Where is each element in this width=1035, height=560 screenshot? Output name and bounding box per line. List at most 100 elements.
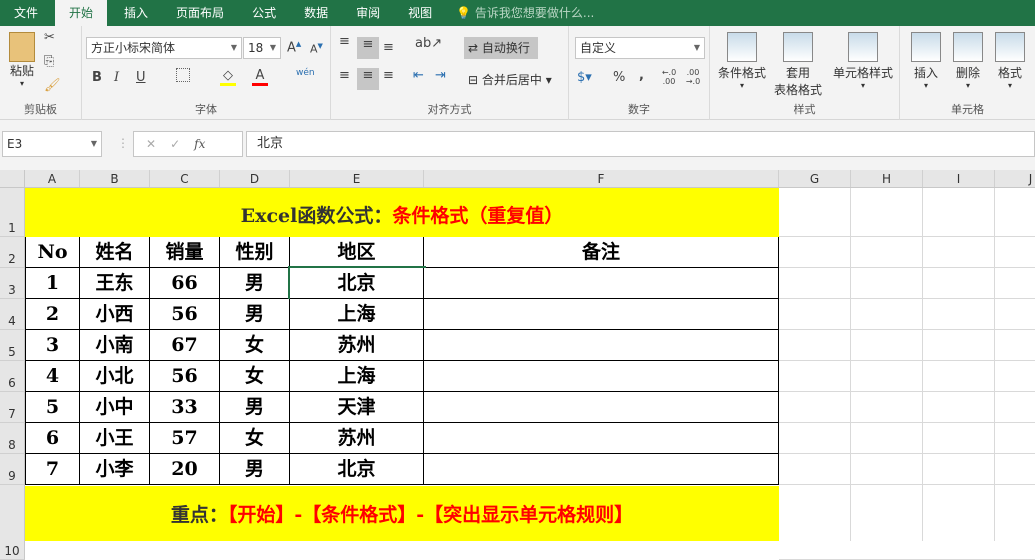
tab-3[interactable]: 页面布局: [162, 0, 238, 26]
data-cell[interactable]: 苏州: [290, 330, 424, 361]
format-painter-icon[interactable]: 🖌: [44, 78, 61, 93]
decrease-indent-icon[interactable]: ⇤: [413, 68, 424, 83]
column-header-C[interactable]: C: [150, 170, 220, 187]
tab-6[interactable]: 审阅: [342, 0, 394, 26]
column-header-B[interactable]: B: [80, 170, 150, 187]
row-header-9[interactable]: 9: [0, 454, 25, 485]
tab-0[interactable]: 文件: [0, 0, 52, 26]
number-format-select[interactable]: 自定义 ▼: [575, 37, 705, 59]
data-cell[interactable]: 33: [150, 392, 220, 423]
orientation-icon[interactable]: ab↗: [415, 36, 442, 51]
enter-icon[interactable]: ✓: [170, 137, 180, 151]
paste-button[interactable]: 粘贴 ▾: [4, 32, 40, 88]
data-cell[interactable]: [424, 361, 779, 392]
name-box[interactable]: E3 ▼: [2, 131, 102, 157]
font-name-select[interactable]: 方正小标宋简体 ▼: [86, 37, 242, 59]
data-cell[interactable]: 57: [150, 423, 220, 454]
data-cell[interactable]: 3: [25, 330, 80, 361]
insert-cells-button[interactable]: 插入 ▾: [906, 32, 946, 90]
increase-indent-icon[interactable]: ⇥: [435, 68, 446, 83]
row-header-2[interactable]: 2: [0, 237, 25, 268]
row-header-10[interactable]: 10: [0, 485, 25, 560]
data-cell[interactable]: [424, 330, 779, 361]
bold-button[interactable]: B: [92, 70, 102, 85]
underline-button[interactable]: U: [136, 70, 146, 85]
data-cell[interactable]: [424, 454, 779, 485]
data-cell[interactable]: 王东: [80, 268, 150, 299]
column-header-E[interactable]: E: [290, 170, 424, 187]
header-cell[interactable]: 销量: [150, 237, 220, 268]
data-cell[interactable]: 北京: [288, 266, 426, 301]
column-header-H[interactable]: H: [851, 170, 923, 187]
data-cell[interactable]: 女: [220, 330, 290, 361]
border-icon[interactable]: [176, 68, 190, 82]
data-cell[interactable]: 66: [150, 268, 220, 299]
font-color-button[interactable]: A: [252, 68, 268, 86]
currency-icon[interactable]: $▾: [577, 70, 592, 85]
fill-color-button[interactable]: ◇: [220, 68, 236, 86]
grow-font-icon[interactable]: A▲: [287, 40, 301, 55]
data-cell[interactable]: 女: [220, 361, 290, 392]
footer-cell[interactable]: 重点：【开始】-【条件格式】-【突出显示单元格规则】: [25, 486, 779, 541]
data-cell[interactable]: 1: [25, 268, 80, 299]
comma-button[interactable]: ,: [639, 68, 644, 83]
shrink-font-icon[interactable]: A▼: [310, 42, 323, 56]
align-left-icon[interactable]: ≡: [339, 68, 350, 83]
data-cell[interactable]: 北京: [290, 454, 424, 485]
row-header-6[interactable]: 6: [0, 361, 25, 392]
column-header-D[interactable]: D: [220, 170, 290, 187]
tab-1[interactable]: 开始: [55, 0, 108, 26]
tab-7[interactable]: 视图: [394, 0, 446, 26]
font-size-select[interactable]: 18 ▼: [243, 37, 281, 59]
data-cell[interactable]: [424, 268, 779, 299]
header-cell[interactable]: 备注: [424, 237, 779, 268]
data-cell[interactable]: 小西: [80, 299, 150, 330]
row-header-8[interactable]: 8: [0, 423, 25, 454]
cell-styles-button[interactable]: 单元格样式 ▾: [830, 32, 896, 90]
title-cell[interactable]: Excel函数公式：条件格式（重复值）: [25, 188, 779, 237]
align-center-icon[interactable]: ≡: [357, 68, 379, 90]
header-cell[interactable]: 地区: [290, 237, 424, 268]
cancel-icon[interactable]: ✕: [146, 137, 156, 151]
wrap-text-button[interactable]: ⇄ 自动换行: [464, 37, 538, 59]
tab-5[interactable]: 数据: [290, 0, 342, 26]
format-as-table-button[interactable]: 套用 表格格式: [770, 32, 826, 98]
increase-decimal-button[interactable]: ←.0 .00: [659, 68, 679, 86]
data-cell[interactable]: 女: [220, 423, 290, 454]
row-header-5[interactable]: 5: [0, 330, 25, 361]
header-cell[interactable]: 性别: [220, 237, 290, 268]
data-cell[interactable]: [424, 392, 779, 423]
delete-cells-button[interactable]: 删除 ▾: [948, 32, 988, 90]
data-cell[interactable]: 小中: [80, 392, 150, 423]
header-cell[interactable]: 姓名: [80, 237, 150, 268]
data-cell[interactable]: 小南: [80, 330, 150, 361]
cut-icon[interactable]: ✂: [44, 30, 55, 45]
row-header-4[interactable]: 4: [0, 299, 25, 330]
align-bottom-icon[interactable]: ≡: [383, 40, 394, 55]
data-cell[interactable]: 7: [25, 454, 80, 485]
data-cell[interactable]: 上海: [290, 299, 424, 330]
select-all-button[interactable]: [0, 170, 25, 187]
tab-2[interactable]: 插入: [110, 0, 162, 26]
data-cell[interactable]: 苏州: [290, 423, 424, 454]
data-cell[interactable]: 男: [220, 268, 290, 299]
formula-input[interactable]: 北京: [246, 131, 1035, 157]
data-cell[interactable]: 20: [150, 454, 220, 485]
data-cell[interactable]: 男: [220, 299, 290, 330]
align-right-icon[interactable]: ≡: [383, 68, 394, 83]
data-cell[interactable]: [424, 423, 779, 454]
data-cell[interactable]: 小李: [80, 454, 150, 485]
tab-4[interactable]: 公式: [238, 0, 290, 26]
column-header-J[interactable]: J: [995, 170, 1035, 187]
percent-button[interactable]: %: [613, 70, 625, 85]
data-cell[interactable]: 小王: [80, 423, 150, 454]
data-cell[interactable]: 6: [25, 423, 80, 454]
row-header-3[interactable]: 3: [0, 268, 25, 299]
data-cell[interactable]: 4: [25, 361, 80, 392]
header-cell[interactable]: No: [25, 237, 80, 268]
data-cell[interactable]: 56: [150, 299, 220, 330]
data-cell[interactable]: 男: [220, 454, 290, 485]
tell-me-search[interactable]: 💡 告诉我您想要做什么...: [456, 0, 594, 26]
align-top-icon[interactable]: ≡: [339, 34, 350, 49]
data-cell[interactable]: 男: [220, 392, 290, 423]
